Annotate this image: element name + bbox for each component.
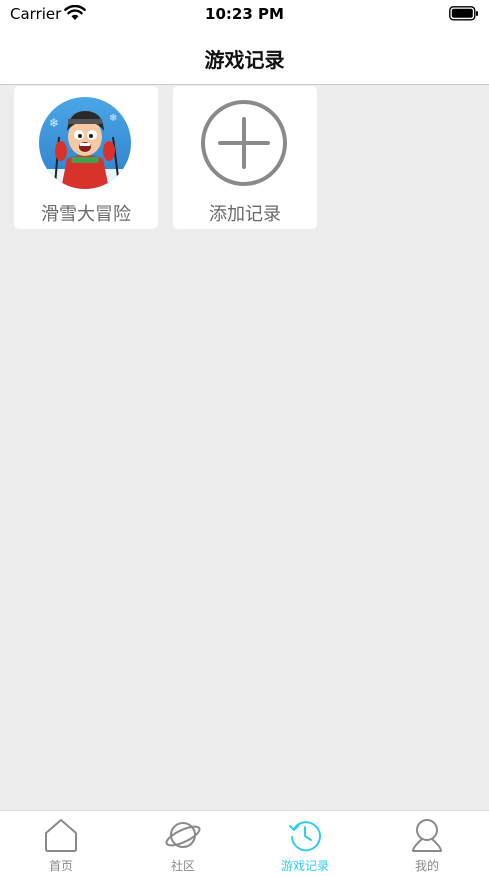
- tab-game-records-label: 游戏记录: [280, 859, 329, 873]
- svg-text:❄: ❄: [49, 116, 59, 130]
- plus-circle-icon: [198, 97, 290, 189]
- planet-icon: [165, 817, 201, 853]
- battery-icon: [449, 6, 479, 25]
- tab-bar: 首页 社区 游戏记录 我的: [0, 810, 489, 876]
- status-time: 10:23 PM: [205, 5, 284, 23]
- tab-community[interactable]: 社区: [122, 811, 244, 876]
- tab-profile-label: 我的: [414, 859, 439, 873]
- tab-community-label: 社区: [170, 859, 195, 873]
- tab-game-records[interactable]: 游戏记录: [244, 811, 366, 876]
- user-icon: [409, 817, 445, 853]
- game-cover-image: ❄ ❄ ❄: [39, 97, 131, 189]
- add-record-label: 添加记录: [209, 204, 281, 225]
- navigation-bar: 游戏记录: [0, 30, 489, 85]
- home-icon: [43, 817, 79, 853]
- tab-home-label: 首页: [48, 859, 73, 873]
- add-record-card[interactable]: 添加记录: [173, 86, 317, 229]
- game-record-label: 滑雪大冒险: [41, 204, 131, 225]
- history-clock-icon: [287, 817, 323, 853]
- page-title: 游戏记录: [204, 48, 285, 72]
- status-bar: Carrier 10:23 PM: [0, 0, 489, 30]
- svg-text:❄: ❄: [109, 113, 117, 124]
- game-record-card[interactable]: ❄ ❄ ❄: [14, 86, 158, 229]
- tab-home[interactable]: 首页: [0, 811, 122, 876]
- tab-profile[interactable]: 我的: [366, 811, 488, 876]
